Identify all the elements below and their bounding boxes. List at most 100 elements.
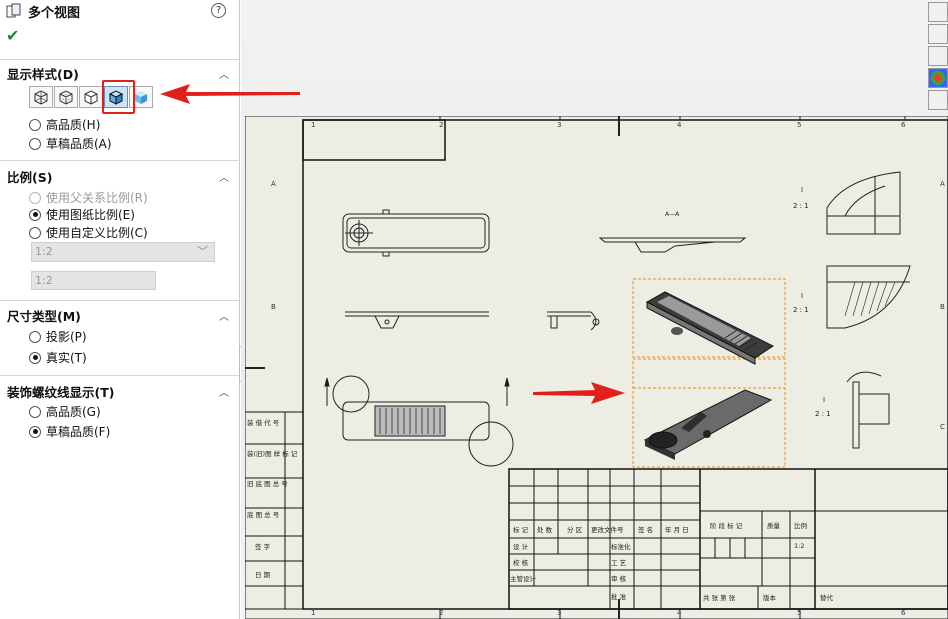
title-block-text: 质量: [767, 521, 781, 530]
scale-value: 1:2: [794, 542, 804, 550]
col-label: 2: [439, 609, 443, 617]
col-label: 1: [311, 121, 315, 129]
radio-label: 高品质(H): [46, 118, 101, 132]
display-style-header[interactable]: 显示样式(D): [7, 64, 79, 83]
dim-true-radio[interactable]: 真实(T): [29, 349, 87, 366]
row-label: B: [271, 303, 276, 311]
title-block-text: 批 准: [611, 592, 627, 601]
detail-scale-label: 2 : 1: [793, 202, 809, 210]
resources-tab-icon[interactable]: [928, 2, 948, 22]
radio-label: 使用父关系比例(R): [46, 191, 148, 205]
col-label: 4: [677, 121, 682, 129]
row-label: B: [940, 303, 945, 311]
detail-scale-label: 2 : 1: [793, 306, 809, 314]
side-table-text: 装(旧)图 样 标 记: [247, 449, 298, 458]
title-block-text: 设 计: [513, 542, 529, 551]
side-table-text: 日 期: [255, 571, 271, 579]
title-block-text: 标 记: [513, 525, 529, 534]
divider: [0, 160, 240, 161]
title-block-text: 主管设计: [510, 574, 537, 583]
drawing-sheet[interactable]: 1 2 3 4 5 6 1 2 3 4 5 6 A B A B C 装 借 代 …: [245, 116, 948, 619]
display-quality-draft-radio[interactable]: 草稿品质(A): [29, 135, 112, 152]
title-block-text: 共 张 第 张: [703, 593, 736, 602]
title-block-text: 处 数: [537, 525, 553, 534]
radio-label: 使用自定义比例(C): [46, 226, 148, 240]
multiple-views-icon: [6, 3, 21, 18]
side-table-text: 旧 底 图 总 号: [247, 479, 288, 488]
title-block-text: 标准化: [611, 542, 631, 551]
radio-label: 草稿品质(F): [46, 425, 111, 439]
col-label: 3: [557, 121, 561, 129]
chevron-up-icon[interactable]: ︿: [219, 308, 229, 323]
row-label: C: [940, 423, 945, 431]
title-block-text: 分 区: [567, 525, 583, 534]
chevron-up-icon[interactable]: ︿: [219, 384, 229, 399]
view-palette-tab-icon[interactable]: [928, 46, 948, 66]
wireframe-icon: [34, 90, 48, 105]
detail-scale-label: I: [801, 292, 803, 300]
detail-scale-label: 2 : 1: [815, 410, 831, 418]
use-parent-scale-radio[interactable]: 使用父关系比例(R): [29, 189, 148, 206]
title-block-text: 审 核: [611, 574, 627, 583]
hidden-lines-removed-button[interactable]: [79, 86, 103, 108]
radio-label: 使用图纸比例(E): [46, 208, 135, 222]
cosmetic-thread-header[interactable]: 装饰螺纹线显示(T): [7, 382, 114, 401]
divider: [0, 300, 240, 301]
scale-header[interactable]: 比例(S): [7, 167, 52, 186]
col-label: 6: [901, 121, 906, 129]
dimension-type-header[interactable]: 尺寸类型(M): [7, 306, 81, 325]
hidden-lines-visible-icon: [59, 90, 73, 105]
task-pane-tabs: [926, 0, 948, 116]
annotation-arrow-icon: [160, 84, 300, 104]
title-block-text: 年 月 日: [665, 525, 689, 534]
display-quality-high-radio[interactable]: 高品质(H): [29, 116, 100, 133]
custom-scale-input[interactable]: 1:2: [31, 271, 156, 290]
title-block-text: 阶 段 标 记: [710, 521, 743, 530]
chevron-up-icon[interactable]: ︿: [219, 169, 229, 184]
chevron-up-icon[interactable]: ︿: [219, 66, 229, 81]
row-label: A: [271, 180, 276, 188]
col-label: 5: [797, 609, 801, 617]
divider: [0, 59, 240, 60]
thread-draft-quality-radio[interactable]: 草稿品质(F): [29, 423, 110, 440]
hidden-lines-removed-icon: [84, 90, 98, 105]
col-label: 1: [311, 609, 315, 617]
col-label: 5: [797, 121, 801, 129]
custom-scale-dropdown[interactable]: 1:2 ﹀: [31, 242, 215, 262]
ok-button[interactable]: ✔: [6, 26, 19, 45]
section-label: A—A: [665, 211, 680, 218]
radio-label: 草稿品质(A): [46, 137, 112, 151]
col-label: 4: [677, 609, 682, 617]
detail-scale-label: I: [823, 396, 825, 404]
detail-scale-label: I: [801, 186, 803, 194]
radio-label: 投影(P): [46, 330, 87, 344]
use-sheet-scale-radio[interactable]: 使用图纸比例(E): [29, 206, 135, 223]
col-label: 6: [901, 609, 906, 617]
title-block-text: 比例: [794, 521, 807, 530]
wireframe-button[interactable]: [29, 86, 53, 108]
appearances-tab-icon[interactable]: [928, 68, 948, 88]
dim-projected-radio[interactable]: 投影(P): [29, 328, 87, 345]
panel-header: 多个视图: [6, 2, 80, 21]
title-block-text: 版本: [763, 593, 777, 602]
side-table-text: 装 借 代 号: [247, 418, 280, 427]
title-block-text: 工 艺: [611, 559, 627, 567]
custom-properties-tab-icon[interactable]: [928, 90, 948, 110]
dropdown-value: 1:2: [35, 245, 53, 258]
use-custom-scale-radio[interactable]: 使用自定义比例(C): [29, 224, 148, 241]
divider: [0, 375, 240, 376]
row-label: A: [940, 180, 945, 188]
title-block-text: 校 核: [513, 558, 529, 567]
title-block-text: 签 名: [638, 525, 653, 534]
radio-label: 高品质(G): [46, 405, 101, 419]
hidden-lines-visible-button[interactable]: [54, 86, 78, 108]
design-library-tab-icon[interactable]: [928, 24, 948, 44]
title-block-text: 更改文件号: [591, 525, 624, 534]
col-label: 2: [439, 121, 443, 129]
side-table-text: 签 字: [255, 542, 271, 551]
chevron-down-icon: ﹀: [197, 245, 208, 258]
help-icon[interactable]: ?: [211, 3, 226, 18]
side-table-text: 底 图 总 号: [247, 510, 280, 519]
radio-label: 真实(T): [46, 351, 87, 365]
thread-high-quality-radio[interactable]: 高品质(G): [29, 403, 101, 420]
